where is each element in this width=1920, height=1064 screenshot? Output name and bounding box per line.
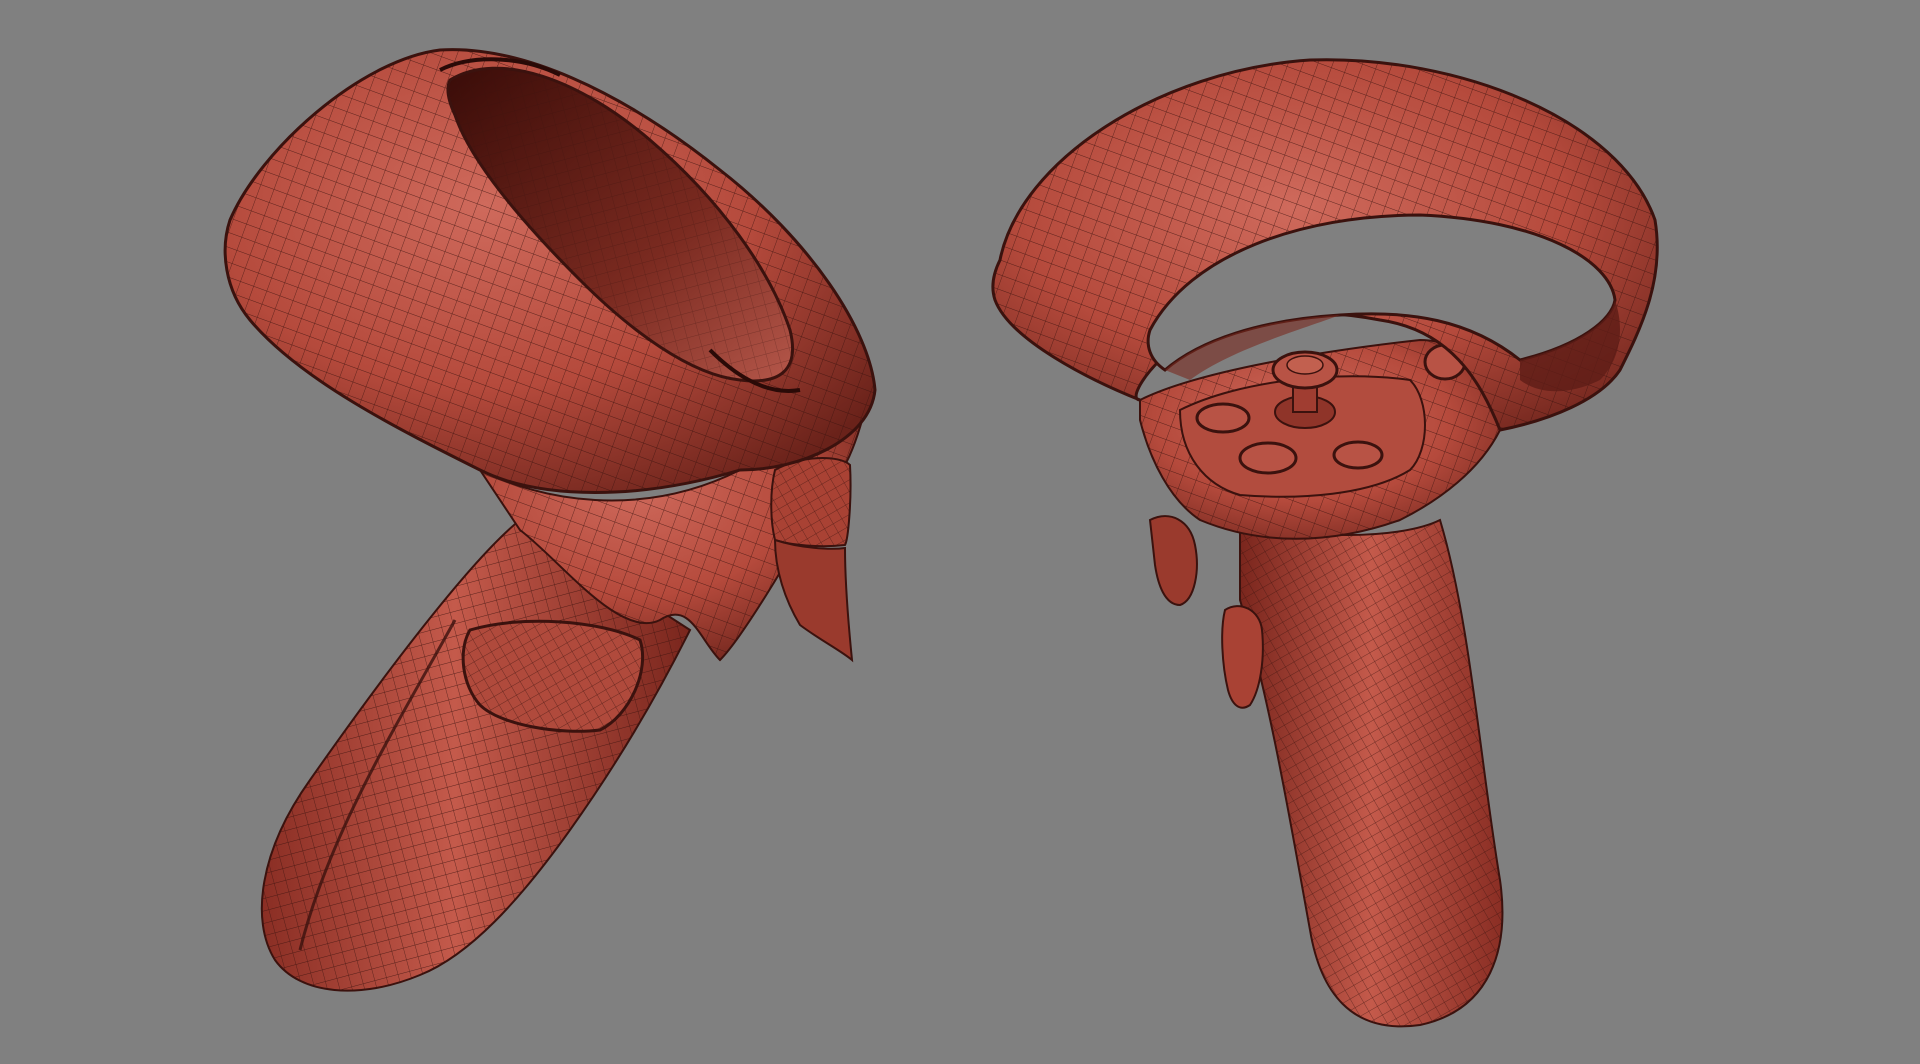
left-trigger <box>770 457 854 663</box>
right-a-button <box>1238 441 1298 475</box>
3d-viewport <box>0 0 1920 1064</box>
right-menu-button <box>1195 402 1251 434</box>
render-canvas <box>223 48 1659 1028</box>
right-trigger <box>1148 515 1198 607</box>
right-controller-handle <box>1239 518 1504 1028</box>
left-controller-model <box>223 48 877 992</box>
right-b-button <box>1332 440 1384 470</box>
right-controller-model <box>991 58 1659 1028</box>
left-tracking-ring <box>223 48 877 494</box>
